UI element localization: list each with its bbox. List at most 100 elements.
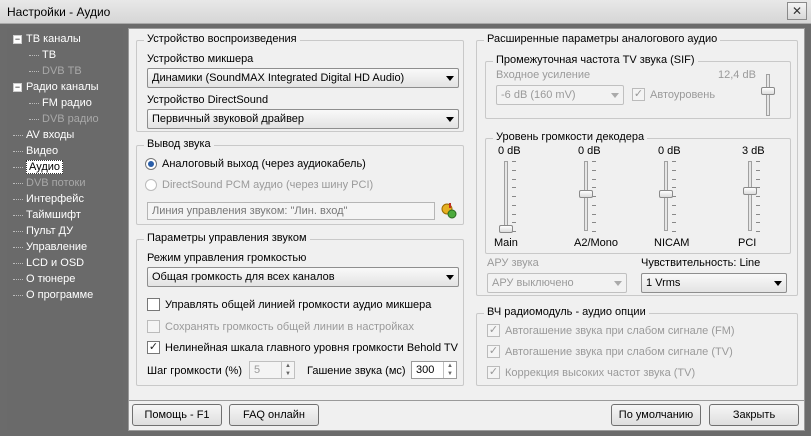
sidebar-item[interactable]: О тюнере (13, 272, 75, 287)
checkbox-box: ✓ (487, 366, 500, 379)
slider-tick (592, 204, 596, 206)
sidebar-item-label: DVB радио (42, 113, 99, 125)
decoder-slider-track (504, 161, 508, 231)
directsound-select[interactable]: Первичный звуковой драйвер (147, 109, 459, 129)
agc-value: АРУ выключено (492, 277, 574, 289)
sensitivity-select[interactable]: 1 Vrms (641, 273, 787, 293)
input-gain-select[interactable]: -6 dB (160 mV) (496, 85, 624, 105)
decoder-slider-thumb[interactable] (579, 190, 593, 198)
sensitivity-value: 1 Vrms (646, 277, 681, 289)
tv-auto-mute-label: Автогашение звука при слабом сигнале (TV… (505, 345, 733, 358)
sidebar-item[interactable]: ТВ (29, 48, 56, 63)
sidebar-item-label: Аудио (26, 160, 64, 174)
nonlinear-scale-checkbox[interactable]: ✓ Нелинейная шкала главного уровня громк… (147, 341, 458, 354)
advanced-group-title: Расширенные параметры аналогового аудио (484, 33, 721, 45)
defaults-button[interactable]: По умолчанию (611, 404, 701, 426)
chevron-down-icon (611, 93, 619, 98)
output-group: Вывод звука Аналоговый выход (через ауди… (136, 138, 464, 225)
sidebar-tree: − ТВ каналы ТВ DVB ТВ − Радио каналы FM радио D… (7, 28, 123, 430)
sidebar-item-label: LCD и OSD (26, 257, 85, 269)
input-gain-slider[interactable] (761, 87, 775, 95)
mixer-line-checkbox[interactable]: Управлять общей линией громкости аудио м… (147, 298, 431, 311)
main-panel: Устройство воспроизведения Устройство ми… (128, 28, 805, 401)
spin-down-icon[interactable]: ▼ (444, 370, 456, 378)
input-gain-track (766, 74, 770, 116)
slider-tick (592, 169, 596, 171)
spin-down-icon[interactable]: ▼ (282, 370, 294, 378)
sidebar-item-label: Управление (26, 241, 88, 253)
fm-auto-mute-checkbox[interactable]: ✓ Автогашение звука при слабом сигнале (… (487, 324, 735, 337)
tree-connector-icon (13, 134, 23, 136)
rf-group: ВЧ радиомодуль - аудио опции ✓ Автогашен… (476, 306, 798, 386)
mute-time-label: Гашение звука (мс) (307, 365, 406, 377)
directsound-value: Первичный звуковой драйвер (152, 113, 305, 125)
volume-mode-label: Режим управления громкостью (147, 252, 307, 264)
decoder-slider-thumb[interactable] (659, 190, 673, 198)
checkbox-box: ✓ (632, 88, 645, 101)
auto-level-label: Автоуровень (650, 88, 716, 101)
sidebar-item[interactable]: − Радио каналы (13, 80, 99, 95)
sidebar-item[interactable]: Интерфейс (13, 192, 84, 207)
volume-mode-select[interactable]: Общая громкость для всех каналов (147, 267, 459, 287)
sidebar-item[interactable]: О программе (13, 288, 93, 303)
close-window-button[interactable]: ✕ (787, 2, 807, 20)
slider-tick (592, 187, 596, 189)
tree-collapse-icon[interactable]: − (13, 82, 22, 92)
tree-connector-icon (13, 166, 23, 168)
analog-output-label: Аналоговый выход (через аудиокабель) (162, 158, 366, 170)
sidebar-item[interactable]: Управление (13, 240, 87, 255)
hf-correction-checkbox[interactable]: ✓ Коррекция высоких частот звука (TV) (487, 366, 695, 379)
hf-correction-label: Коррекция высоких частот звука (TV) (505, 366, 696, 379)
mixer-line-label: Управлять общей линией громкости аудио м… (165, 298, 432, 311)
volume-mode-value: Общая громкость для всех каналов (152, 271, 335, 283)
tree-connector-icon (13, 294, 23, 296)
mixer-settings-icon[interactable] (440, 202, 458, 220)
agc-select[interactable]: АРУ выключено (487, 273, 627, 293)
decoder-slider-thumb[interactable] (743, 186, 757, 195)
slider-tick (756, 213, 760, 215)
sidebar-item-label: Таймшифт (26, 209, 81, 221)
faq-online-button[interactable]: FAQ онлайн (229, 404, 319, 426)
slider-tick (512, 187, 516, 189)
tree-connector-icon (13, 150, 23, 152)
mixer-device-select[interactable]: Динамики (SoundMAX Integrated Digital HD… (147, 68, 459, 88)
tree-collapse-icon[interactable]: − (13, 34, 22, 44)
mixer-device-value: Динамики (SoundMAX Integrated Digital HD… (152, 72, 405, 84)
chevron-down-icon (446, 76, 454, 81)
slider-tick (592, 213, 596, 215)
volume-step-spinner[interactable]: 5 ▲ ▼ (249, 361, 295, 379)
sidebar-item[interactable]: AV входы (13, 128, 74, 143)
decoder-db-label: 0 dB (578, 145, 601, 157)
spin-up-icon[interactable]: ▲ (444, 362, 456, 370)
mute-time-spinner[interactable]: 300 ▲ ▼ (411, 361, 457, 379)
close-button[interactable]: Закрыть (709, 404, 799, 426)
sidebar-item[interactable]: Пульт ДУ (13, 224, 73, 239)
slider-tick (512, 204, 516, 206)
slider-tick (672, 231, 676, 232)
sidebar-item[interactable]: − ТВ каналы (13, 32, 81, 47)
sidebar-item[interactable]: Аудио (13, 160, 64, 175)
mixer-device-label: Устройство микшера (147, 53, 254, 65)
slider-tick (672, 161, 676, 162)
spin-up-icon[interactable]: ▲ (282, 362, 294, 370)
sidebar-item-label: ТВ каналы (26, 33, 81, 45)
analog-output-radio[interactable]: Аналоговый выход (через аудиокабель) (145, 158, 366, 170)
radio-dot (145, 158, 157, 170)
sidebar-item: DVB ТВ (29, 64, 82, 79)
tv-auto-mute-checkbox[interactable]: ✓ Автогашение звука при слабом сигнале (… (487, 345, 733, 358)
chevron-down-icon (446, 275, 454, 280)
sidebar-item[interactable]: LCD и OSD (13, 256, 84, 271)
sidebar-item[interactable]: Видео (13, 144, 58, 159)
sidebar-item-label: О тюнере (26, 273, 76, 285)
sidebar-item[interactable]: FM радио (29, 96, 92, 111)
save-line-checkbox[interactable]: Сохранять громкость общей линии в настро… (147, 320, 414, 333)
auto-level-checkbox[interactable]: ✓ Автоуровень (632, 88, 715, 101)
slider-tick (512, 178, 516, 180)
decoder-slider-thumb[interactable] (499, 225, 513, 233)
slider-tick (512, 222, 516, 224)
pcm-output-radio[interactable]: DirectSound PCM аудио (через шину PCI) (145, 179, 373, 191)
help-button[interactable]: Помощь - F1 (132, 404, 222, 426)
slider-tick (672, 178, 676, 180)
tree-connector-icon (13, 182, 23, 184)
sidebar-item[interactable]: Таймшифт (13, 208, 81, 223)
